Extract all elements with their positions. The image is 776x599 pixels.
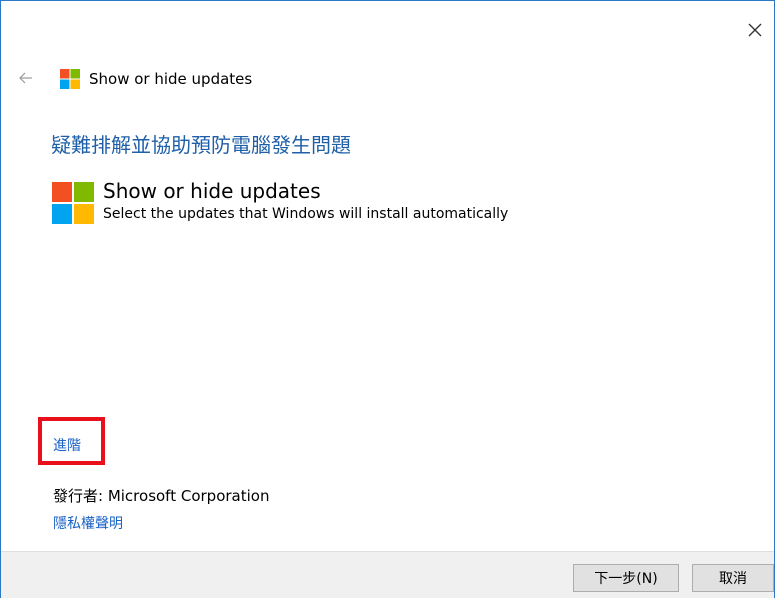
window-title: Show or hide updates [89, 70, 253, 88]
next-button[interactable]: 下一步(N) [573, 564, 679, 592]
tool-entry: Show or hide updates Select the updates … [51, 179, 508, 225]
close-button[interactable] [744, 19, 766, 41]
back-arrow-icon [19, 72, 32, 84]
windows-logo-large-icon [52, 182, 94, 224]
privacy-statement-link[interactable]: 隱私權聲明 [53, 513, 123, 533]
title-bar: Show or hide updates [59, 67, 252, 91]
windows-logo-icon [60, 69, 80, 89]
footer-bar: 下一步(N) 取消 [1, 551, 774, 598]
tool-description: Select the updates that Windows will ins… [103, 206, 509, 222]
advanced-link[interactable]: 進階 [53, 435, 81, 455]
cancel-button[interactable]: 取消 [692, 564, 774, 592]
tool-text: Show or hide updates Select the updates … [103, 179, 508, 223]
publisher-text: 發行者: Microsoft Corporation [53, 487, 270, 505]
back-button[interactable] [15, 67, 37, 89]
tool-name: Show or hide updates [103, 179, 321, 203]
page-heading: 疑難排解並協助預防電腦發生問題 [51, 133, 351, 157]
troubleshooter-window: Show or hide updates 疑難排解並協助預防電腦發生問題 Sho… [0, 0, 775, 598]
close-icon [748, 23, 762, 37]
